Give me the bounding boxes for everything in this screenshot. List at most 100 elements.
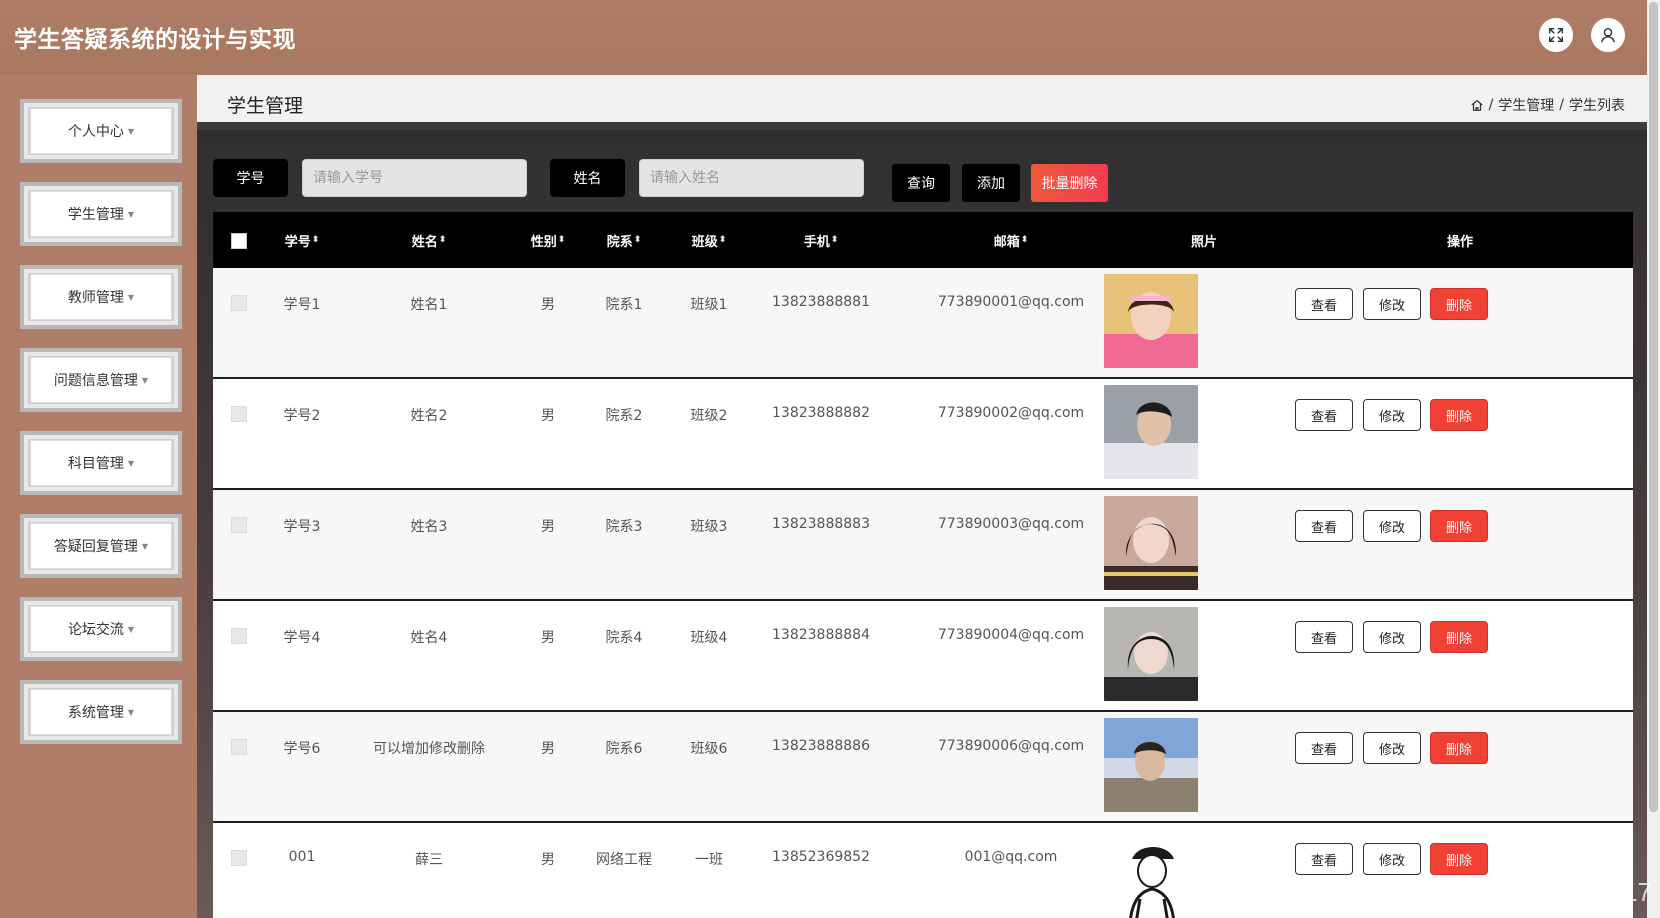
query-button[interactable]: 查询 <box>892 164 950 202</box>
sidebar-item-label: 系统管理 <box>67 705 124 721</box>
row-checkbox[interactable] <box>231 406 247 422</box>
column-header-action: 操作 <box>1446 234 1474 250</box>
edit-button[interactable]: 修改 <box>1363 510 1421 542</box>
sidebar-item-student-management[interactable]: 学生管理 ▼ <box>20 182 182 246</box>
scrollbar-thumb[interactable] <box>1649 2 1658 812</box>
sort-icon: ⬍ <box>557 235 566 245</box>
sort-icon: ⬍ <box>311 235 320 245</box>
chevron-down-icon: ▼ <box>127 707 135 717</box>
sort-icon: ⬍ <box>1020 235 1029 245</box>
cell-dept: 院系4 <box>605 630 643 646</box>
sidebar-item-reply-management[interactable]: 答疑回复管理 ▼ <box>20 514 182 578</box>
cell-dept: 院系6 <box>605 741 643 757</box>
batch-delete-button[interactable]: 批量删除 <box>1031 164 1108 202</box>
sidebar-item-label: 学生管理 <box>67 207 124 223</box>
cell-dept: 网络工程 <box>596 852 652 868</box>
view-button[interactable]: 查看 <box>1295 399 1353 431</box>
cell-email: 001@qq.com <box>964 849 1058 865</box>
vertical-scrollbar[interactable] <box>1647 0 1660 918</box>
select-all-checkbox[interactable] <box>231 233 247 249</box>
cell-gender: 男 <box>541 408 555 424</box>
edit-button[interactable]: 修改 <box>1363 621 1421 653</box>
sidebar-item-system-management[interactable]: 系统管理 ▼ <box>20 680 182 744</box>
delete-button[interactable]: 删除 <box>1430 621 1488 653</box>
edit-button[interactable]: 修改 <box>1363 843 1421 875</box>
cell-phone: 13823888884 <box>772 627 870 643</box>
view-button[interactable]: 查看 <box>1295 288 1353 320</box>
sidebar-item-personal-center[interactable]: 个人中心 ▼ <box>20 99 182 163</box>
delete-button[interactable]: 删除 <box>1430 732 1488 764</box>
cell-name: 姓名2 <box>410 408 448 424</box>
edit-button[interactable]: 修改 <box>1363 732 1421 764</box>
column-header-gender[interactable]: 性别 ⬍ <box>531 212 566 268</box>
cell-id: 001 <box>288 849 316 865</box>
delete-button[interactable]: 删除 <box>1430 288 1488 320</box>
cell-phone: 13823888881 <box>772 294 870 310</box>
page-header: 学生管理 / 学生管理 / 学生列表 <box>197 75 1647 130</box>
cell-name: 可以增加修改删除 <box>373 741 485 757</box>
breadcrumb-student-list: 学生列表 <box>1569 98 1625 114</box>
chevron-down-icon: ▼ <box>127 458 135 468</box>
sidebar-item-subject-management[interactable]: 科目管理 ▼ <box>20 431 182 495</box>
sidebar-item-forum[interactable]: 论坛交流 ▼ <box>20 597 182 661</box>
table-row: 学号6 可以增加修改删除 男 院系6 班级6 13823888886 77389… <box>213 712 1633 823</box>
cell-class: 班级2 <box>690 408 728 424</box>
student-photo <box>1104 829 1198 918</box>
delete-button[interactable]: 删除 <box>1430 843 1488 875</box>
home-icon[interactable] <box>1470 98 1484 112</box>
student-photo <box>1104 496 1198 590</box>
delete-button[interactable]: 删除 <box>1430 399 1488 431</box>
cell-id: 学号2 <box>283 408 321 424</box>
sort-icon: ⬍ <box>438 235 447 245</box>
breadcrumb-student-management[interactable]: 学生管理 <box>1498 95 1554 115</box>
student-photo <box>1104 385 1198 479</box>
edit-button[interactable]: 修改 <box>1363 288 1421 320</box>
cell-id: 学号4 <box>283 630 321 646</box>
sidebar-item-teacher-management[interactable]: 教师管理 ▼ <box>20 265 182 329</box>
cell-email: 773890001@qq.com <box>937 294 1085 310</box>
sort-icon: ⬍ <box>633 235 642 245</box>
student-photo <box>1104 718 1198 812</box>
column-header-name[interactable]: 姓名 ⬍ <box>412 212 447 268</box>
column-header-phone[interactable]: 手机 ⬍ <box>804 212 839 268</box>
cell-email: 773890003@qq.com <box>937 516 1085 532</box>
view-button[interactable]: 查看 <box>1295 843 1353 875</box>
sidebar-item-label: 个人中心 <box>67 124 124 140</box>
breadcrumb: / 学生管理 / 学生列表 <box>1470 95 1625 115</box>
cell-email: 773890006@qq.com <box>937 738 1085 754</box>
sidebar-item-question-management[interactable]: 问题信息管理 ▼ <box>20 348 182 412</box>
add-button[interactable]: 添加 <box>962 164 1020 202</box>
sidebar-item-label: 教师管理 <box>67 290 124 306</box>
student-id-input[interactable] <box>302 159 527 197</box>
student-photo <box>1104 607 1198 701</box>
fullscreen-button[interactable] <box>1539 18 1573 52</box>
delete-button[interactable]: 删除 <box>1430 510 1488 542</box>
cell-phone: 13823888882 <box>772 405 870 421</box>
column-header-dept[interactable]: 院系 ⬍ <box>607 212 642 268</box>
table-row: 学号1 姓名1 男 院系1 班级1 13823888881 773890001@… <box>213 268 1633 379</box>
sidebar-item-label: 论坛交流 <box>67 622 124 638</box>
cell-name: 姓名1 <box>410 297 448 313</box>
view-button[interactable]: 查看 <box>1295 621 1353 653</box>
cell-name: 姓名4 <box>410 630 448 646</box>
chevron-down-icon: ▼ <box>127 624 135 634</box>
user-icon <box>1601 27 1615 43</box>
edit-button[interactable]: 修改 <box>1363 399 1421 431</box>
sort-icon: ⬍ <box>718 235 727 245</box>
row-checkbox[interactable] <box>231 295 247 311</box>
row-checkbox[interactable] <box>231 850 247 866</box>
table-row: 学号2 姓名2 男 院系2 班级2 13823888882 773890002@… <box>213 379 1633 490</box>
row-checkbox[interactable] <box>231 517 247 533</box>
view-button[interactable]: 查看 <box>1295 510 1353 542</box>
student-name-label: 姓名 <box>550 159 625 197</box>
cell-class: 一班 <box>695 852 723 868</box>
user-menu-button[interactable] <box>1591 18 1625 52</box>
row-checkbox[interactable] <box>231 739 247 755</box>
row-checkbox[interactable] <box>231 628 247 644</box>
column-header-email[interactable]: 邮箱 ⬍ <box>994 212 1029 268</box>
column-header-id[interactable]: 学号 ⬍ <box>285 212 320 268</box>
view-button[interactable]: 查看 <box>1295 732 1353 764</box>
table-row: 001 薛三 男 网络工程 一班 13852369852 001@qq.com … <box>213 823 1633 918</box>
column-header-class[interactable]: 班级 ⬍ <box>692 212 727 268</box>
student-name-input[interactable] <box>639 159 864 197</box>
